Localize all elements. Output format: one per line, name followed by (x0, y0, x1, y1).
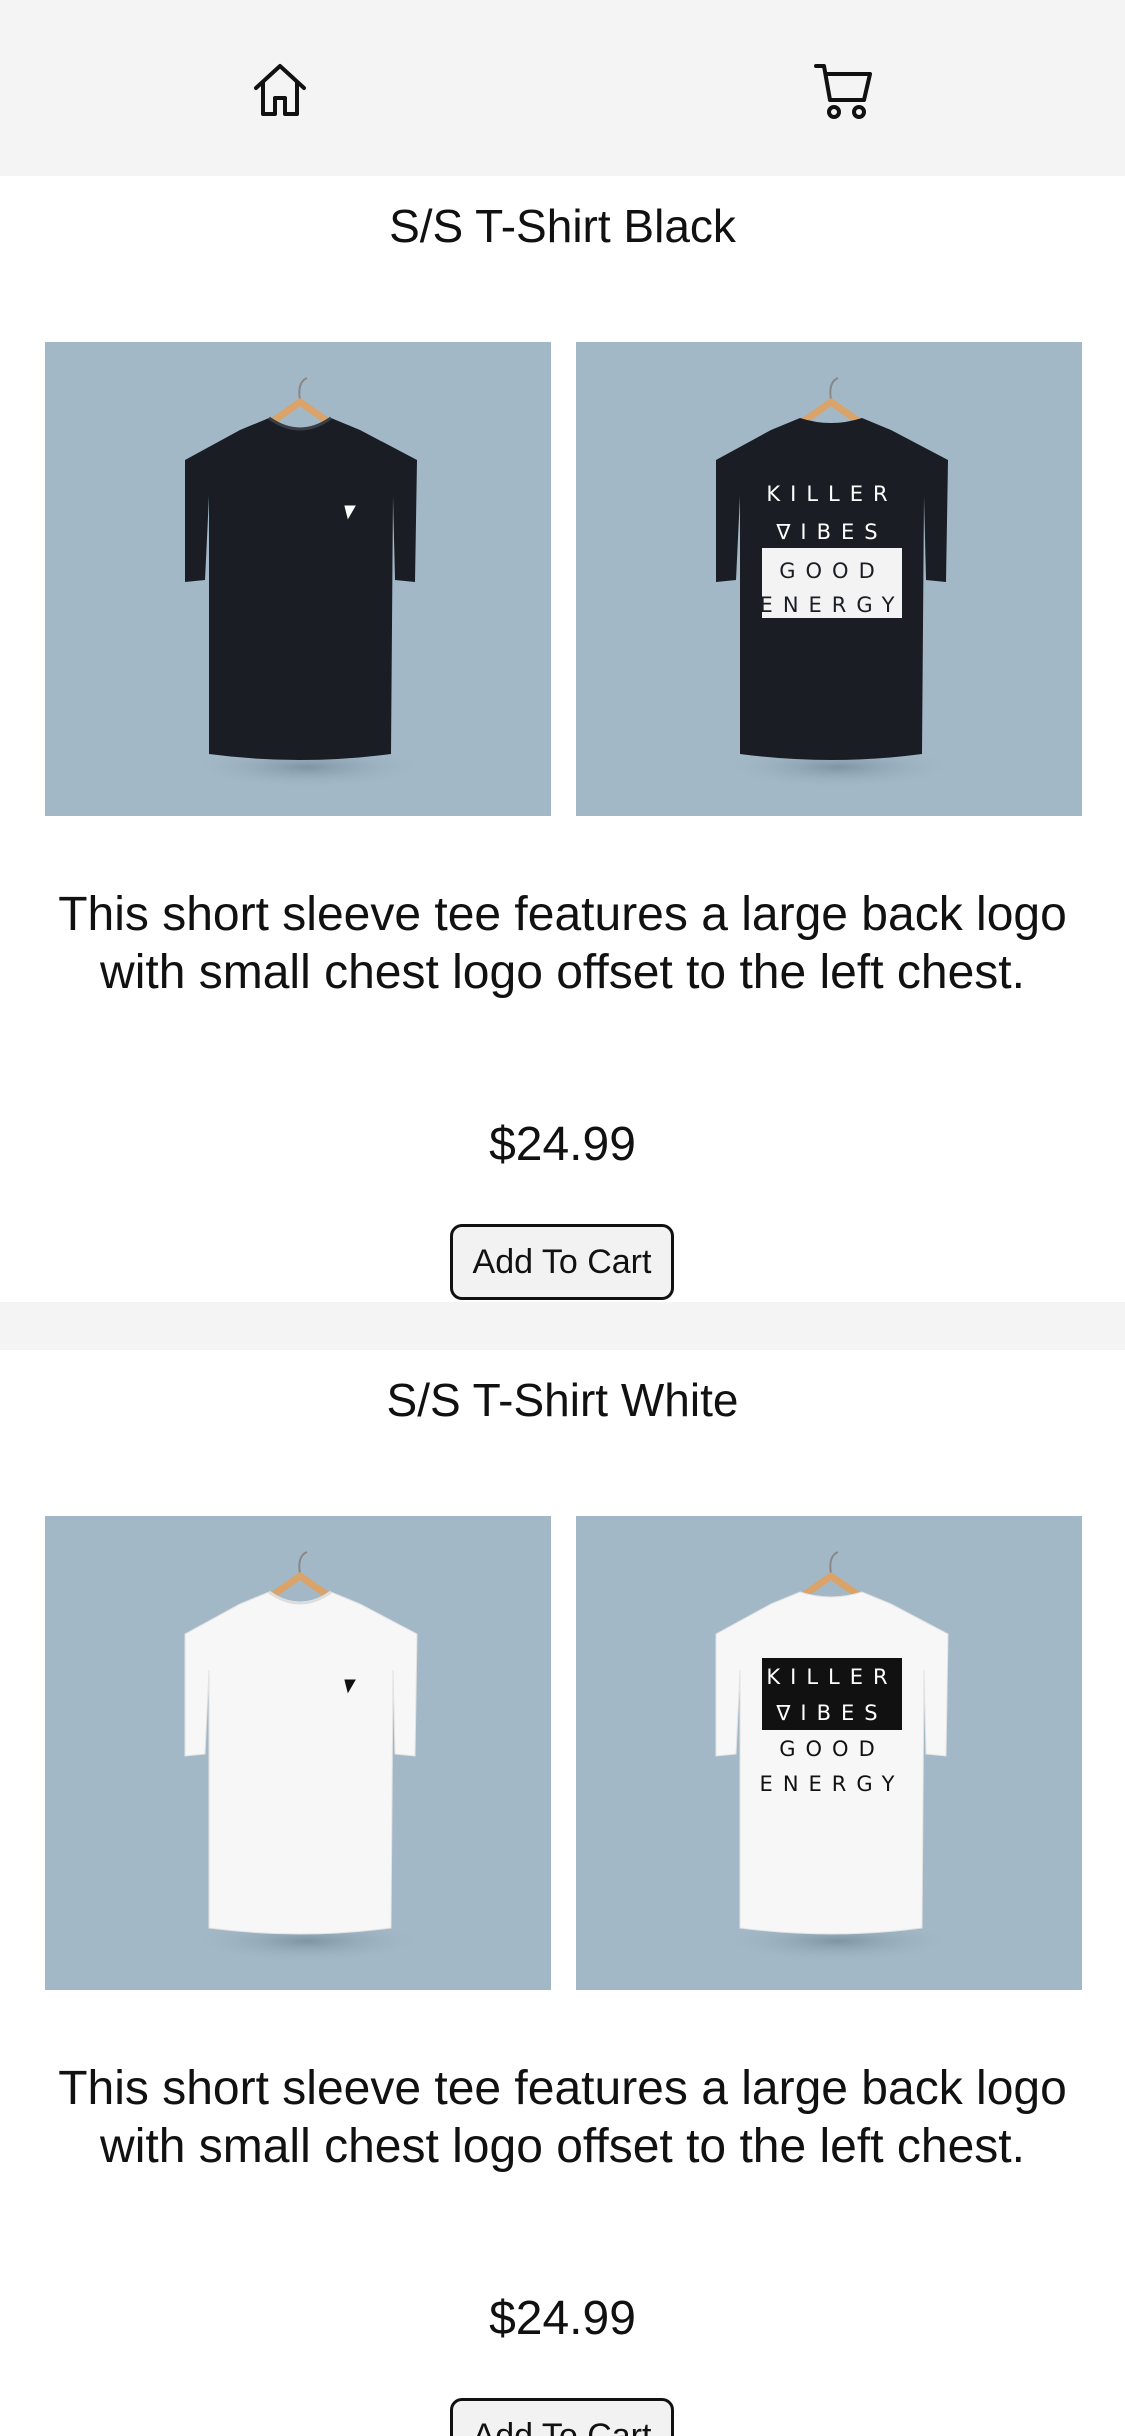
product-card-white: S/S T-Shirt White KILLER ∇IBES GOOD ENER… (0, 1350, 1125, 2436)
svg-text:KILLER: KILLER (766, 1665, 897, 1689)
product-title: S/S T-Shirt White (386, 1374, 739, 1426)
cart-icon[interactable] (812, 58, 876, 122)
product-card-black: S/S T-Shirt Black KILLER ∇IBES GOOD ENER… (0, 176, 1125, 1302)
top-nav-bar (0, 0, 1125, 176)
svg-text:ENERGY: ENERGY (760, 1772, 905, 1796)
svg-text:GOOD: GOOD (779, 1737, 885, 1761)
product-title: S/S T-Shirt Black (389, 200, 736, 252)
add-to-cart-button[interactable]: Add To Cart (450, 1224, 674, 1300)
svg-text:KILLER: KILLER (766, 482, 897, 506)
tshirt-front-shape (185, 418, 417, 760)
product-image-back[interactable]: KILLER ∇IBES GOOD ENERGY (576, 1516, 1082, 1990)
product-price: $24.99 (489, 2292, 636, 2345)
section-divider (0, 1302, 1125, 1350)
add-to-cart-button[interactable]: Add To Cart (450, 2398, 674, 2436)
svg-text:∇IBES: ∇IBES (775, 520, 887, 544)
tshirt-front-shape (184, 1591, 418, 1935)
product-image-front[interactable] (45, 1516, 551, 1990)
svg-text:ENERGY: ENERGY (760, 593, 905, 617)
product-image-back[interactable]: KILLER ∇IBES GOOD ENERGY (576, 342, 1082, 816)
svg-text:GOOD: GOOD (779, 559, 885, 583)
product-description: This short sleeve tee features a large b… (58, 888, 1067, 999)
product-description: This short sleeve tee features a large b… (58, 2062, 1067, 2173)
svg-text:∇IBES: ∇IBES (775, 1701, 887, 1725)
product-image-front[interactable] (45, 342, 551, 816)
home-icon[interactable] (248, 58, 312, 122)
product-price: $24.99 (489, 1118, 636, 1171)
